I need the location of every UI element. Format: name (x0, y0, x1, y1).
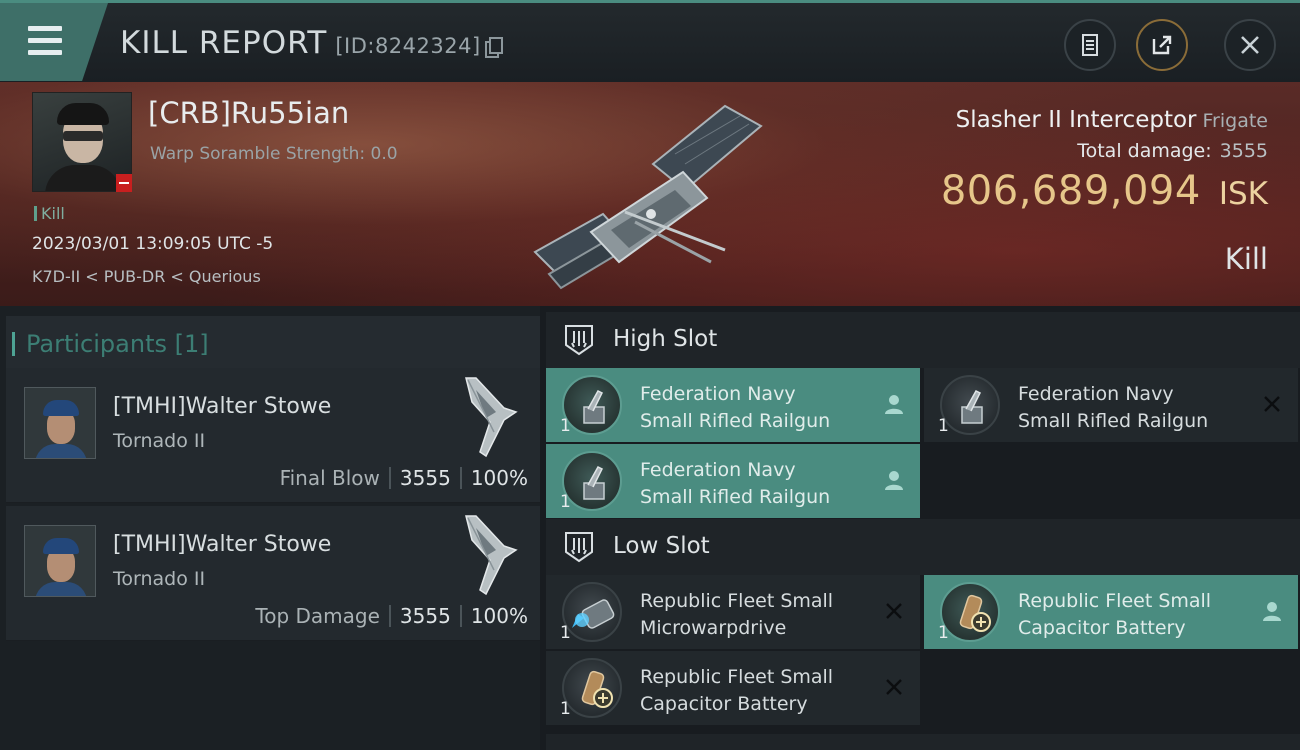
participants-header: Participants [1] (6, 316, 540, 371)
kill-location[interactable]: K7D-II < PUB-DR < Querious (32, 267, 261, 286)
participant-ship: Tornado II (113, 568, 206, 590)
module-name: Federation Navy Small Rifled Railgun (640, 459, 831, 508)
module-name: Republic Fleet Small Microwarpdrive (640, 590, 834, 639)
low-slot-icon (565, 532, 593, 563)
report-id: [ID:8242324] (335, 34, 481, 58)
participant-ship: Tornado II (113, 430, 206, 452)
participant-percent: 100% (470, 466, 528, 490)
module-quantity: 1 (560, 416, 571, 436)
participant-ship-image[interactable] (446, 510, 526, 600)
module-quantity: 1 (560, 623, 571, 643)
low-slot-header: Low Slot (546, 519, 1300, 575)
participant-damage: 3555 (399, 466, 451, 490)
close-icon (1241, 36, 1259, 54)
participants-header-text: Participants [1] (12, 330, 209, 358)
negative-standing-icon (116, 174, 132, 192)
participant-role: Final Blow (279, 466, 380, 490)
high-slot-label: High Slot (613, 326, 718, 352)
isk-unit: ISK (1218, 176, 1268, 212)
high-slot-icon (565, 325, 593, 356)
warp-scramble-strength: Warp Soramble Strength: 0.0 (150, 144, 398, 164)
high-slot-header: High Slot (546, 312, 1300, 368)
victim-ship-class: Frigate (1202, 110, 1268, 132)
copy-icon[interactable] (484, 37, 503, 58)
participant-percent: 100% (470, 604, 528, 628)
dropped-person-icon (1263, 602, 1281, 621)
module-item[interactable]: 1 Federation Navy Small Rifled Railgun (546, 368, 920, 442)
isk-amount: 806,689,094 (940, 168, 1201, 214)
victim-banner: [CRB]Ru55ian Warp Soramble Strength: 0.0… (0, 82, 1300, 306)
module-item[interactable]: 1 Republic Fleet Small Microwarpdrive (546, 575, 920, 649)
module-item[interactable]: 1 Republic Fleet Small Capacitor Battery (546, 651, 920, 725)
share-icon (1152, 35, 1172, 55)
participant-name: [TMHI]Walter Stowe (113, 532, 332, 557)
victim-ship-image[interactable] (525, 102, 775, 292)
module-name: Republic Fleet Small Capacitor Battery (640, 666, 834, 715)
total-damage-value: 3555 (1219, 140, 1268, 162)
destroyed-x-icon (886, 603, 902, 619)
module-quantity: 1 (560, 699, 571, 719)
page-title: KILL REPORT [ID:8242324] (120, 25, 503, 61)
module-quantity: 1 (560, 492, 571, 512)
kill-tag: Kill (34, 204, 65, 223)
module-quantity: 1 (938, 623, 949, 643)
dropped-person-icon (885, 395, 903, 414)
report-result: Kill (1224, 242, 1268, 276)
total-damage: Total damage: 3555 (1077, 140, 1268, 162)
title-text: KILL REPORT (120, 25, 328, 61)
participant-card[interactable]: [TMHI]Walter Stowe Tornado II Top Damage… (6, 506, 540, 641)
participant-role: Top Damage (255, 604, 380, 628)
dropped-person-icon (885, 471, 903, 490)
participant-stats: Top Damage 3555 100% (255, 604, 528, 628)
railgun-icon (562, 375, 622, 435)
victim-ship[interactable]: Slasher II Interceptor Frigate (956, 107, 1268, 133)
participant-stats: Final Blow 3555 100% (280, 466, 528, 490)
participant-avatar[interactable] (24, 525, 96, 597)
participant-name: [TMHI]Walter Stowe (113, 394, 332, 419)
participant-card[interactable]: [TMHI]Walter Stowe Tornado II Final Blow… (6, 368, 540, 503)
participant-ship-image[interactable] (446, 372, 526, 462)
total-damage-label: Total damage: (1077, 140, 1212, 162)
participant-damage: 3555 (399, 604, 451, 628)
module-item[interactable]: 1 Republic Fleet Small Capacitor Battery (924, 575, 1298, 649)
participant-avatar[interactable] (24, 387, 96, 459)
module-name: Federation Navy Small Rifled Railgun (1018, 383, 1209, 432)
share-button[interactable] (1136, 19, 1188, 71)
railgun-icon (940, 375, 1000, 435)
railgun-icon (562, 451, 622, 511)
participants-panel: Participants [1] [TMHI]Walter Stowe Torn… (0, 306, 540, 750)
victim-ship-name: Slasher II Interceptor (955, 107, 1197, 133)
top-bar: KILL REPORT [ID:8242324] (0, 0, 1300, 82)
close-button[interactable] (1224, 19, 1276, 71)
notes-button[interactable] (1064, 19, 1116, 71)
capacitor-battery-icon (562, 658, 622, 718)
capacitor-battery-icon (940, 582, 1000, 642)
isk-value: 806,689,094 ISK (941, 168, 1268, 214)
microwarpdrive-icon (562, 582, 622, 642)
low-slot-label: Low Slot (613, 533, 710, 559)
notes-icon (1082, 34, 1098, 56)
next-slot-header-partial (546, 734, 1300, 750)
module-name: Republic Fleet Small Capacitor Battery (1018, 590, 1212, 639)
menu-button[interactable] (0, 3, 108, 81)
module-quantity: 1 (938, 416, 949, 436)
victim-name[interactable]: [CRB]Ru55ian (148, 96, 349, 130)
kill-datetime: 2023/03/01 13:09:05 UTC -5 (32, 234, 274, 254)
module-name: Federation Navy Small Rifled Railgun (640, 383, 831, 432)
fittings-panel: High Slot 1 Federation Navy Small Rifled… (540, 306, 1300, 750)
destroyed-x-icon (1264, 396, 1280, 412)
module-item[interactable]: 1 Federation Navy Small Rifled Railgun (546, 444, 920, 518)
destroyed-x-icon (886, 679, 902, 695)
module-item[interactable]: 1 Federation Navy Small Rifled Railgun (924, 368, 1298, 442)
